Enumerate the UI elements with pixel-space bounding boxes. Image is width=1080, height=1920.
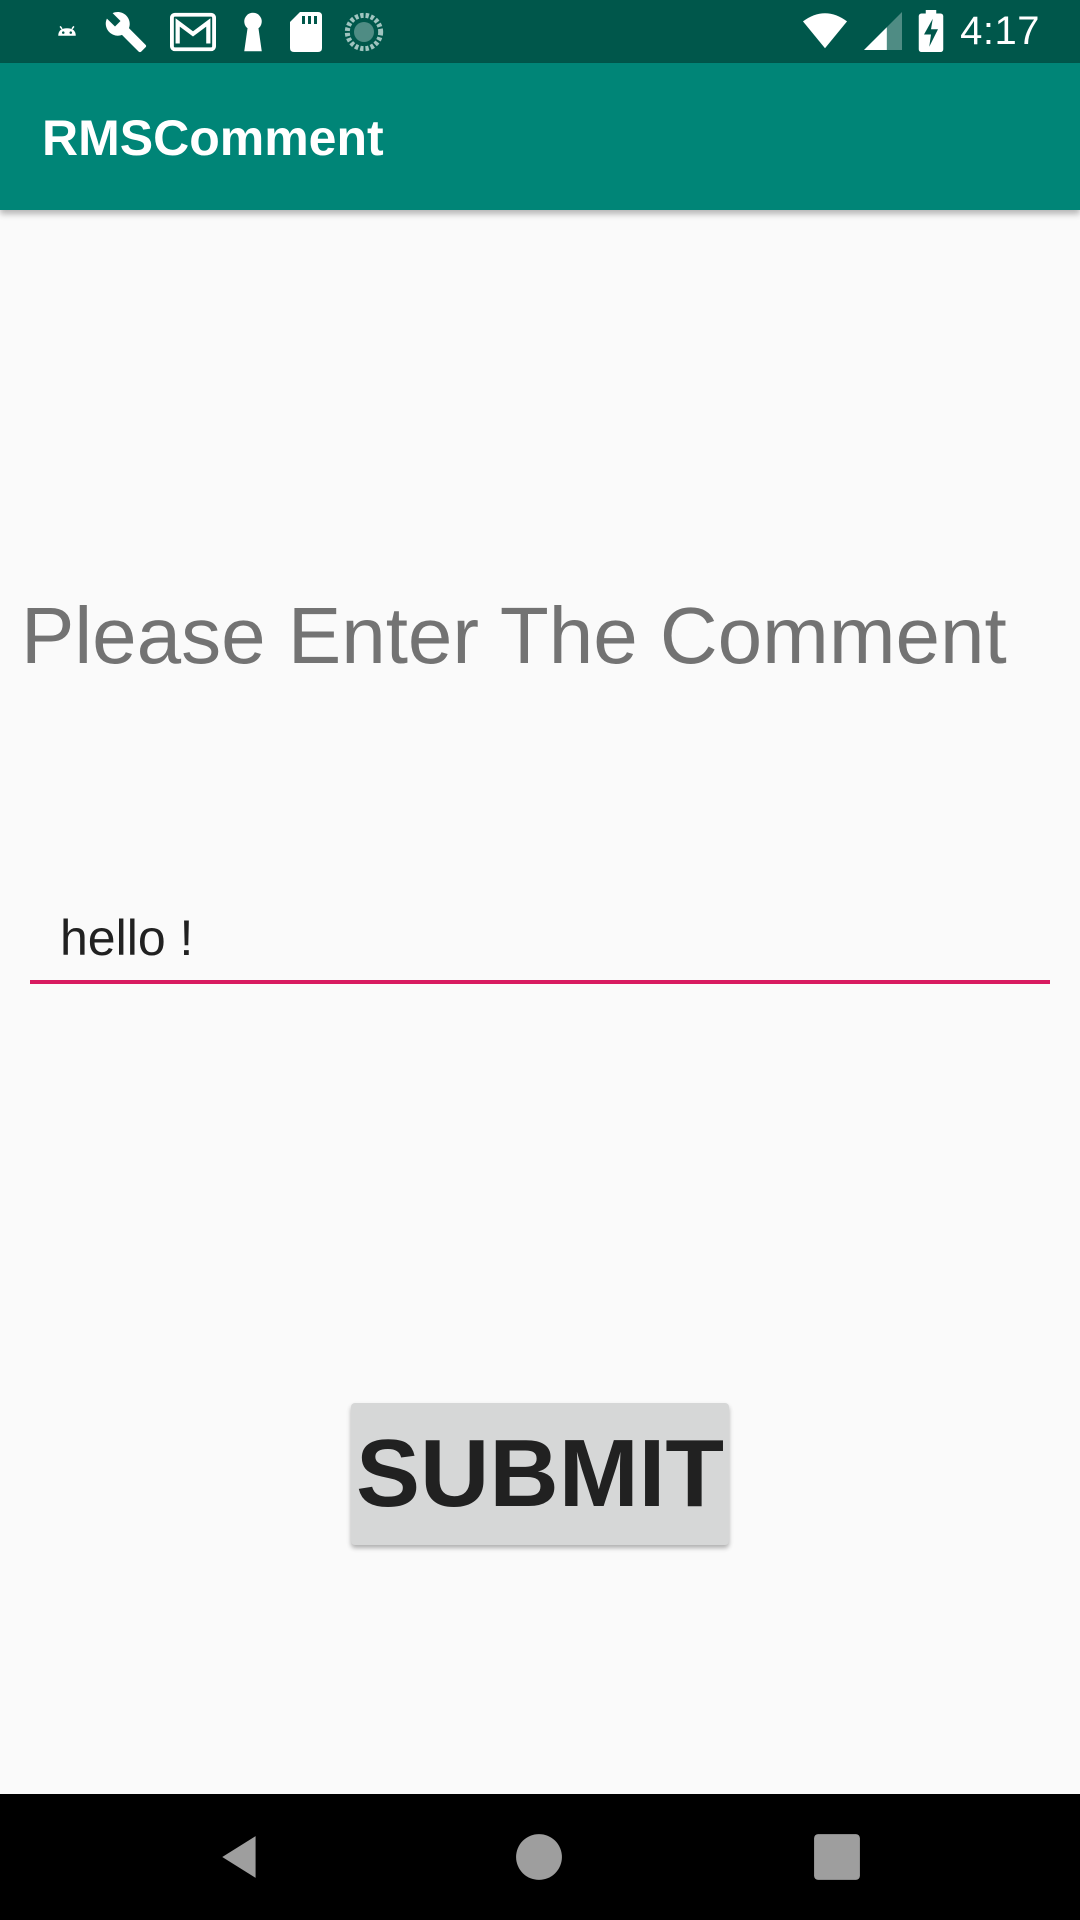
comment-prompt-label: Please Enter The Comment bbox=[21, 591, 1007, 680]
android-icon bbox=[58, 25, 76, 36]
comment-input[interactable] bbox=[30, 890, 1050, 984]
app-title: RMSComment bbox=[42, 110, 384, 166]
system-icons: 4:17 bbox=[802, 8, 1040, 54]
navigation-bar bbox=[0, 1794, 1080, 1920]
wrench-icon bbox=[105, 12, 147, 53]
main-content: Please Enter The Comment SUBMIT bbox=[0, 210, 1080, 1794]
status-clock: 4:17 bbox=[960, 8, 1040, 53]
wifi-icon bbox=[803, 13, 848, 49]
sd-card-icon bbox=[290, 12, 322, 52]
gmail-icon bbox=[170, 12, 216, 52]
app-bar: RMSComment bbox=[0, 63, 1080, 210]
keyhole-icon bbox=[244, 12, 262, 52]
submit-button[interactable]: SUBMIT bbox=[351, 1403, 729, 1545]
signal-icon bbox=[864, 12, 903, 50]
back-icon[interactable] bbox=[216, 1832, 266, 1882]
home-icon[interactable] bbox=[514, 1832, 564, 1882]
recents-icon[interactable] bbox=[812, 1832, 862, 1882]
battery-charging-icon bbox=[918, 10, 944, 52]
notification-icons bbox=[52, 10, 384, 54]
sync-spinner-icon bbox=[344, 12, 384, 52]
status-bar: 4:17 bbox=[0, 0, 1080, 63]
